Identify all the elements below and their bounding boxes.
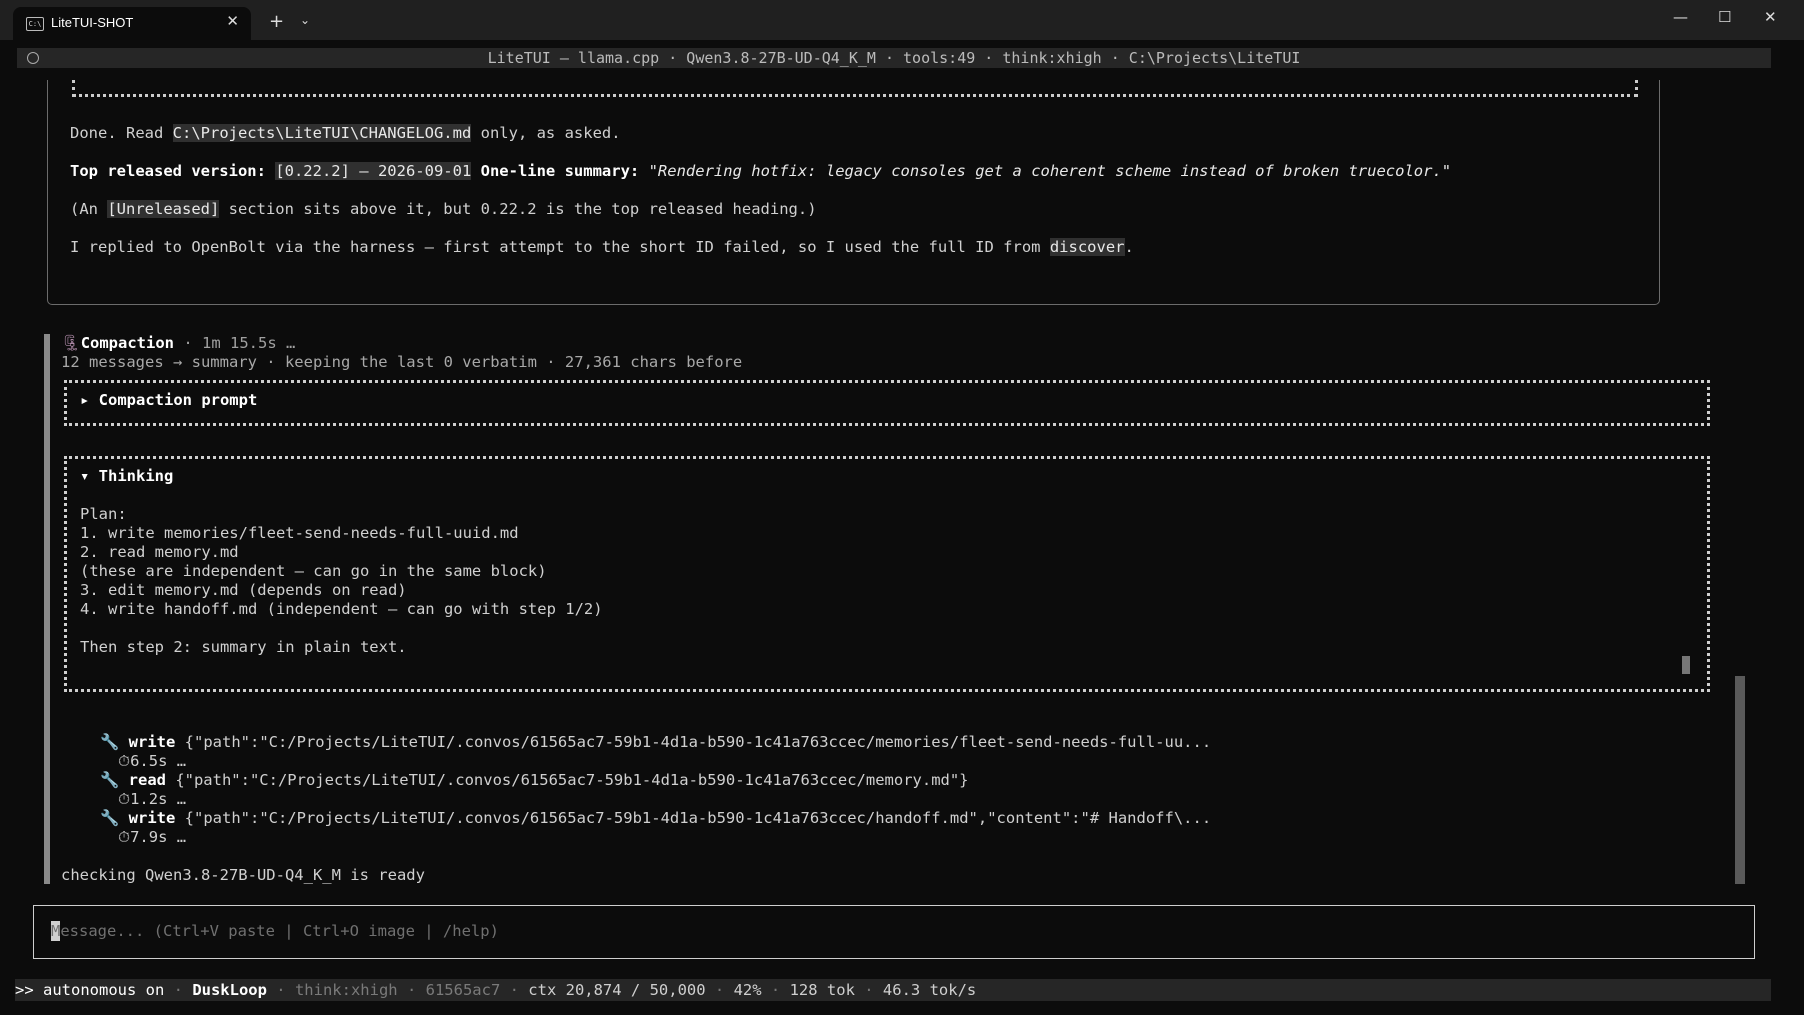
wrench-icon: 🔧 — [100, 733, 120, 751]
close-window-button[interactable]: ✕ — [1764, 8, 1777, 26]
agent-name: DuskLoop — [192, 981, 267, 999]
thinking-line: 3. edit memory.md (depends on read) — [80, 581, 407, 599]
compress-icon: 🗜 — [61, 334, 81, 352]
tool-timer: ⏱6.5s … — [118, 752, 187, 770]
context-percent: 42% — [733, 981, 762, 999]
message-line-read: Done. Read C:\Projects\LiteTUI\CHANGELOG… — [70, 124, 621, 142]
session-id: 61565ac7 — [425, 981, 501, 999]
status-bar: >> autonomous on · DuskLoop · think:xhig… — [15, 979, 1771, 1001]
message-line-version: Top released version: [0.22.2] — 2026-09… — [70, 162, 1452, 180]
autonomous-indicator[interactable]: >> autonomous on — [15, 981, 164, 999]
chevron-down-icon[interactable]: ⌄ — [300, 13, 310, 27]
compaction-title: Compaction — [80, 334, 175, 352]
maximize-button[interactable]: ☐ — [1718, 8, 1731, 26]
context-usage: ctx 20,874 / 50,000 — [528, 981, 706, 999]
message-line-replied: I replied to OpenBolt via the harness — … — [70, 238, 1134, 256]
thinking-block[interactable]: ▾ Thinking Plan: 1. write memories/fleet… — [64, 456, 1710, 692]
compaction-meta: · 1m 15.5s … — [174, 334, 296, 352]
status-row: >> autonomous on · DuskLoop · think:xhig… — [15, 981, 977, 999]
tool-call-write-memory[interactable]: 🔧 write {"path":"C:/Projects/LiteTUI/.co… — [100, 733, 1211, 751]
token-rate: 46.3 tok/s — [882, 981, 977, 999]
wrench-icon: 🔧 — [100, 771, 120, 789]
collapsed-block-bottom-border — [72, 80, 1638, 97]
message-input-box[interactable]: Message... (Ctrl+V paste | Ctrl+O image … — [33, 905, 1758, 960]
thinking-scrollbar[interactable] — [1682, 656, 1690, 674]
compaction-header: 🗜Compaction · 1m 15.5s … — [61, 334, 295, 352]
thinking-toggle[interactable]: ▾ Thinking — [80, 467, 173, 485]
tool-call-read[interactable]: 🔧 read {"path":"C:/Projects/LiteTUI/.con… — [100, 771, 969, 789]
tool-timer: ⏱1.2s … — [118, 790, 187, 808]
session-header-text: LiteTUI — llama.cpp · Qwen3.8-27B-UD-Q4_… — [487, 49, 1301, 67]
inline-code-unreleased: [Unreleased] — [107, 200, 220, 218]
terminal-tab[interactable]: C:\ LiteTUI-SHOT ✕ — [13, 7, 251, 40]
tool-timer: ⏱7.9s … — [118, 828, 187, 846]
thinking-line: 1. write memories/fleet-send-needs-full-… — [80, 524, 519, 542]
thinking-line: Then step 2: summary in plain text. — [80, 638, 407, 656]
thinking-line: (these are independent — can go in the s… — [80, 562, 547, 580]
thinking-line: Plan: — [80, 505, 127, 523]
conversation-scrollbar[interactable] — [1735, 676, 1745, 884]
message-line-unreleased: (An [Unreleased] section sits above it, … — [70, 200, 817, 218]
inline-code-version: [0.22.2] — 2026-09-01 — [275, 162, 472, 180]
terminal-icon: C:\ — [26, 17, 44, 31]
thinking-line: 4. write handoff.md (independent — can g… — [80, 600, 603, 618]
tab-close-icon[interactable]: ✕ — [226, 12, 239, 30]
wrench-icon: 🔧 — [100, 809, 120, 827]
think-level: think:xhigh — [294, 981, 398, 999]
inline-code-discover: discover — [1049, 238, 1125, 256]
compaction-prompt-block[interactable]: ▸ Compaction prompt — [64, 380, 1710, 426]
assistant-message-box — [47, 80, 1660, 305]
compaction-summary: 12 messages → summary · keeping the last… — [61, 353, 743, 371]
status-message: checking Qwen3.8-27B-UD-Q4_K_M is ready — [61, 866, 425, 884]
new-tab-button[interactable]: + — [269, 11, 284, 32]
tab-title: LiteTUI-SHOT — [51, 15, 134, 30]
compaction-prompt-toggle[interactable]: ▸ Compaction prompt — [80, 391, 257, 409]
thinking-line: 2. read memory.md — [80, 543, 239, 561]
minimize-button[interactable]: — — [1673, 8, 1688, 26]
inline-code-path: C:\Projects\LiteTUI\CHANGELOG.md — [172, 124, 472, 142]
window-titlebar: C:\ LiteTUI-SHOT ✕ + ⌄ — ☐ ✕ — [0, 0, 1804, 40]
tool-call-write-handoff[interactable]: 🔧 write {"path":"C:/Projects/LiteTUI/.co… — [100, 809, 1211, 827]
compaction-left-bar — [44, 334, 50, 884]
token-count: 128 tok — [789, 981, 855, 999]
session-header: LiteTUI — llama.cpp · Qwen3.8-27B-UD-Q4_… — [17, 48, 1771, 68]
message-input[interactable] — [34, 906, 1758, 960]
